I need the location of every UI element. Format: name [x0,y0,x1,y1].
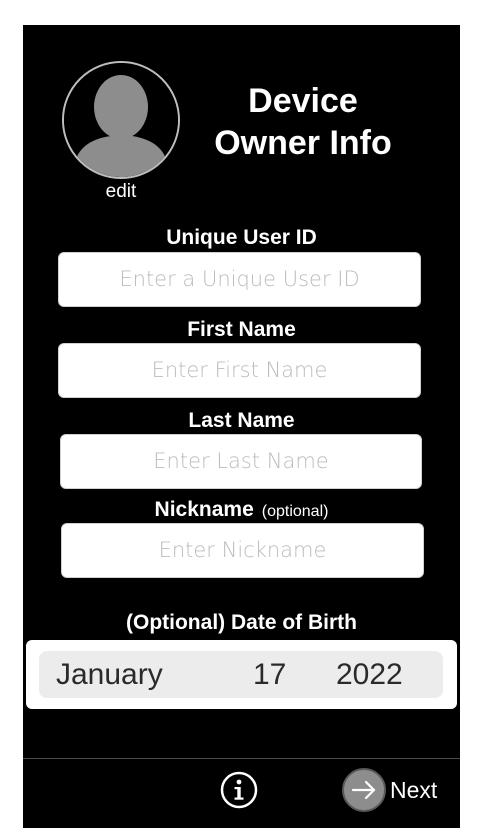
first-name-label: First Name [187,318,296,341]
nickname-label: Nickname [154,498,254,521]
nickname-field[interactable] [61,523,424,578]
page-title-line1: Device [248,82,358,120]
page-title-line2: Owner Info [214,124,392,162]
user-id-field[interactable] [58,252,421,307]
dob-day[interactable]: 17 [253,651,286,698]
optional-tag: (optional) [261,503,329,520]
dob-month[interactable]: January [56,651,163,698]
user-id-label: Unique User ID [166,226,317,249]
next-button[interactable]: Next [342,765,457,815]
date-picker-panel: January 17 2022 [26,640,457,709]
first-name-field[interactable] [58,343,421,398]
date-picker[interactable]: January 17 2022 [39,651,443,698]
edit-avatar-link[interactable]: edit [62,181,180,203]
avatar[interactable] [62,61,180,179]
page-title: Device Owner Info [193,80,413,164]
person-silhouette-icon [64,63,178,177]
info-circle-icon[interactable] [219,770,259,810]
nickname-label-row: Nickname (optional) [23,498,460,522]
device-owner-info-screen: edit Device Owner Info Unique User ID Fi… [23,25,460,828]
next-label: Next [390,777,438,803]
last-name-label: Last Name [188,409,295,432]
dob-year[interactable]: 2022 [336,651,403,698]
bottom-toolbar: Next [23,758,460,828]
last-name-field[interactable] [60,434,422,489]
dob-label: (Optional) Date of Birth [126,611,357,634]
arrow-right-icon [342,768,386,812]
